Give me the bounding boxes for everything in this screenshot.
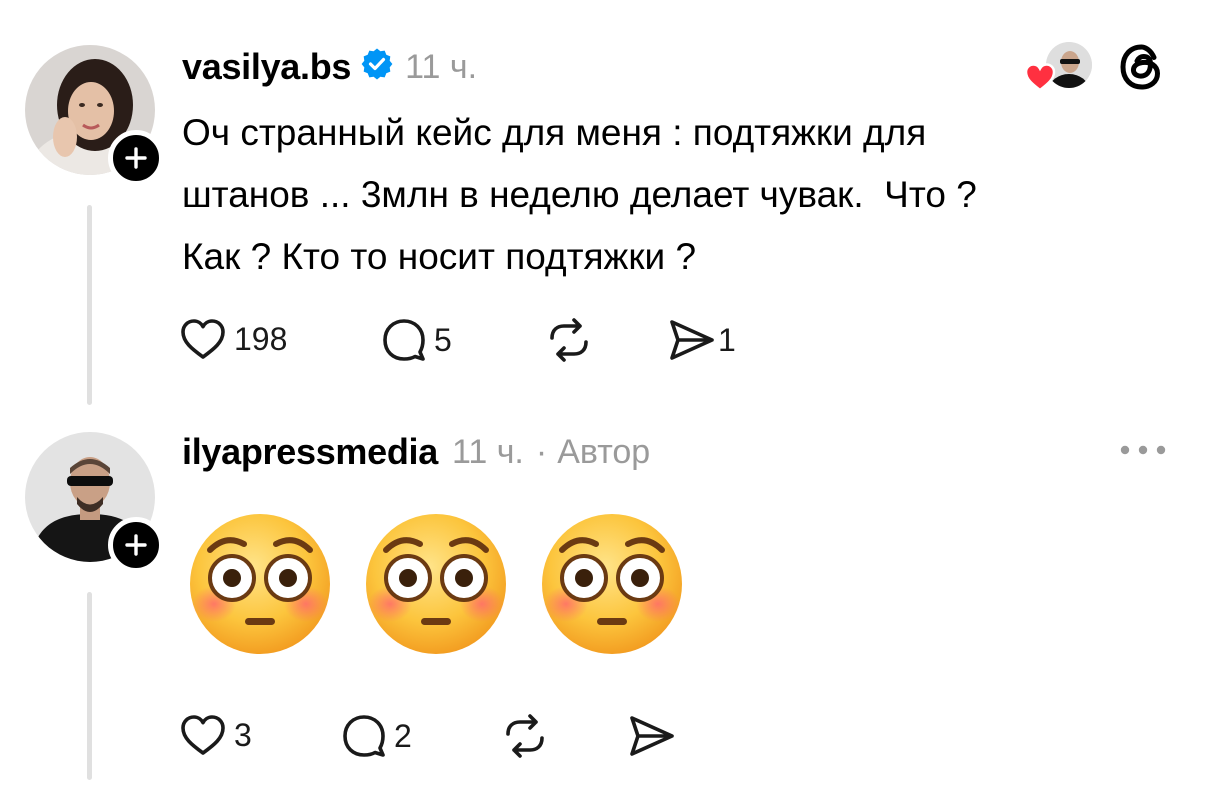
post-header: ilyapressmedia 11 ч. · Автор	[182, 434, 650, 470]
share-count: 1	[718, 322, 736, 358]
meta-separator: ·	[535, 433, 548, 471]
repost-button[interactable]	[544, 318, 594, 362]
follow-button[interactable]	[108, 130, 164, 186]
comment-icon	[383, 319, 425, 361]
like-count: 3	[234, 717, 252, 753]
reply-button[interactable]: 2	[342, 714, 412, 758]
more-horizontal-icon	[1120, 445, 1166, 455]
follow-button[interactable]	[108, 517, 164, 573]
emoji-content	[188, 512, 684, 656]
flushed-face-emoji-1	[190, 514, 330, 654]
reply-button[interactable]: 5	[382, 318, 452, 362]
reply-count: 2	[394, 718, 412, 754]
more-options-button[interactable]	[1116, 438, 1170, 467]
username[interactable]: ilyapressmedia	[182, 434, 438, 470]
flushed-face-emoji-3	[542, 514, 682, 654]
share-button[interactable]	[628, 714, 676, 758]
send-icon	[670, 320, 714, 360]
thread-line	[87, 205, 92, 405]
plus-icon	[125, 147, 147, 169]
send-icon	[630, 716, 674, 756]
liked-by-indicator[interactable]	[1024, 40, 1094, 92]
threads-logo-icon[interactable]	[1117, 42, 1167, 97]
post-time: 11 ч.	[405, 47, 478, 86]
like-count: 198	[234, 321, 288, 357]
comment-icon	[343, 715, 385, 757]
verified-badge-icon	[361, 48, 393, 85]
repost-icon	[506, 714, 544, 758]
like-button[interactable]: 198	[180, 318, 287, 360]
post-time: 11 ч.	[451, 433, 524, 471]
reply-count: 5	[434, 322, 452, 358]
username[interactable]: vasilya.bs	[182, 48, 351, 85]
share-button[interactable]: 1	[668, 318, 736, 362]
repost-button[interactable]	[500, 714, 550, 758]
heart-icon	[1024, 62, 1056, 97]
repost-icon	[550, 318, 588, 362]
author-tag: Автор	[557, 433, 651, 471]
post-header: vasilya.bs 11 ч.	[182, 48, 477, 85]
post-text: Оч странный кейс для меня : подтяжки для…	[182, 112, 977, 277]
plus-icon	[125, 534, 147, 556]
heart-icon	[181, 715, 225, 755]
thread-line	[87, 592, 92, 780]
heart-icon	[181, 319, 225, 359]
like-button[interactable]: 3	[180, 714, 252, 756]
flushed-face-emoji-2	[366, 514, 506, 654]
